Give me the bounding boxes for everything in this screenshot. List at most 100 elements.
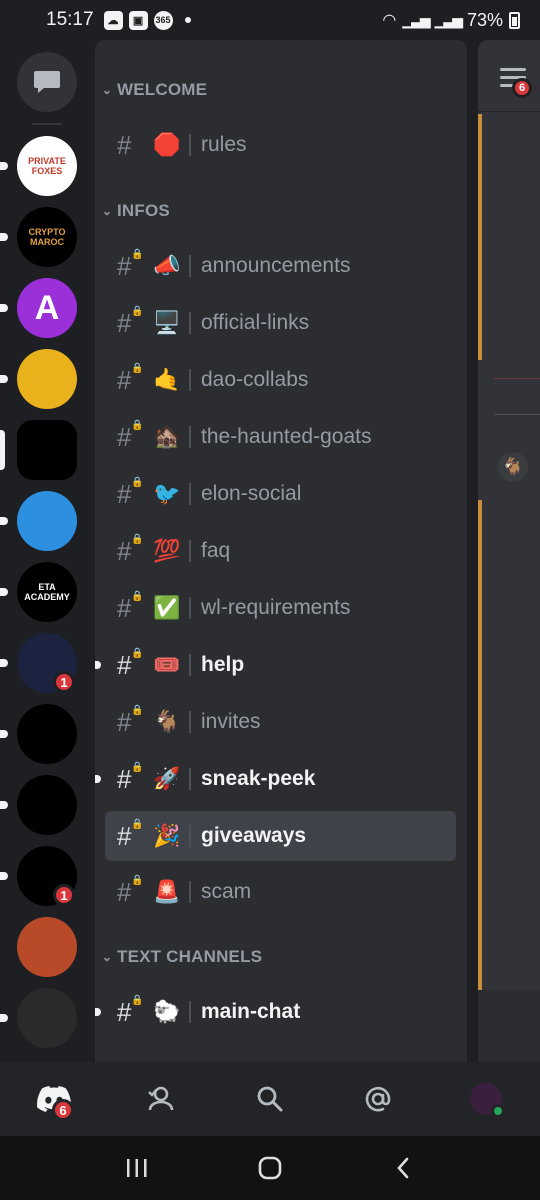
nav-profile[interactable] bbox=[458, 1071, 514, 1127]
chat-divider-line bbox=[478, 114, 482, 360]
chat-input-strip bbox=[478, 990, 540, 1062]
direct-messages-button[interactable] bbox=[17, 52, 77, 112]
chat-peek[interactable]: 6 🐐 bbox=[478, 40, 540, 1062]
signal-icon-2: ▁▃▅ bbox=[434, 11, 463, 28]
channel-name: giveaways bbox=[201, 824, 307, 847]
channel-main-chat[interactable]: # 🔒 🐑 main-chat bbox=[95, 987, 456, 1037]
locked-hash-icon: # 🔒 bbox=[117, 476, 144, 509]
channel-emoji-icon: 🐑 bbox=[153, 999, 181, 1024]
channel-separator bbox=[189, 825, 191, 847]
channel-separator bbox=[189, 540, 191, 562]
channel-dao-collabs[interactable]: # 🔒 🤙 dao-collabs bbox=[105, 355, 456, 405]
channel-emoji-icon: 📣 bbox=[153, 253, 181, 278]
nav-mentions[interactable] bbox=[350, 1071, 406, 1127]
channel-wl-requirements[interactable]: # 🔒 ✅ wl-requirements bbox=[105, 583, 456, 633]
locked-hash-icon: # 🔒 bbox=[117, 305, 144, 338]
channel-separator bbox=[189, 134, 191, 156]
wifi-icon: ◠ bbox=[382, 12, 397, 29]
server-icon[interactable] bbox=[17, 775, 77, 835]
nav-friends[interactable] bbox=[134, 1071, 190, 1127]
active-server-indicator bbox=[0, 430, 5, 470]
category-text-channels[interactable]: ⌄ TEXT CHANNELS bbox=[99, 947, 262, 967]
server-icon[interactable] bbox=[17, 917, 77, 977]
status-time: 15:17 bbox=[46, 9, 94, 30]
recent-apps-icon bbox=[126, 1159, 147, 1177]
locked-hash-icon: # 🔒 bbox=[117, 994, 144, 1027]
lock-icon: 🔒 bbox=[131, 818, 144, 830]
server-icon[interactable]: CRYPTO MAROC bbox=[17, 207, 77, 267]
channel-unread-indicator bbox=[95, 775, 101, 783]
channel-giveaways[interactable]: # 🔒 🎉 giveaways bbox=[105, 811, 456, 861]
locked-hash-icon: # 🔒 bbox=[117, 248, 144, 281]
channel-name: the-haunted-goats bbox=[201, 425, 372, 448]
channel-emoji-icon: 🏚️ bbox=[153, 424, 181, 449]
nav-home[interactable]: 6 bbox=[26, 1071, 82, 1127]
channel-name: help bbox=[201, 653, 245, 676]
nav-search[interactable] bbox=[242, 1071, 298, 1127]
server-icon[interactable] bbox=[17, 704, 77, 764]
lock-icon: 🔒 bbox=[131, 533, 144, 545]
back-button[interactable] bbox=[373, 1143, 433, 1193]
category-infos[interactable]: ⌄ INFOS bbox=[99, 201, 170, 221]
channel-unread-indicator bbox=[95, 661, 101, 669]
category-label: TEXT CHANNELS bbox=[117, 947, 263, 966]
home-button[interactable] bbox=[240, 1143, 300, 1193]
chevron-down-icon: ⌄ bbox=[101, 83, 113, 97]
channel-official-links[interactable]: # 🔒 🖥️ official-links bbox=[105, 298, 456, 348]
search-icon bbox=[257, 1086, 283, 1112]
channel-emoji-icon: 🎉 bbox=[153, 823, 181, 848]
server-unread-indicator bbox=[0, 801, 8, 809]
chat-header: 6 bbox=[478, 40, 540, 112]
channel-emoji-icon: 🚀 bbox=[153, 766, 181, 791]
rail-divider bbox=[32, 123, 62, 125]
lock-icon: 🔒 bbox=[131, 647, 144, 659]
channel-help[interactable]: # 🔒 🎟️ help bbox=[95, 640, 456, 690]
lock-icon: 🔒 bbox=[131, 476, 144, 488]
channel-sneak-peek[interactable]: # 🔒 🚀 sneak-peek bbox=[95, 754, 456, 804]
channel-faq[interactable]: # 🔒 💯 faq bbox=[105, 526, 456, 576]
channel-name: dao-collabs bbox=[201, 368, 309, 391]
server-rail: PRIVATE FOXES CRYPTO MAROC A ETA ACADEMY 1 1 bbox=[0, 40, 95, 1062]
channel-emoji-icon: 🐦 bbox=[153, 481, 181, 506]
avatar bbox=[470, 1083, 505, 1118]
channel-invites[interactable]: # 🔒 🐐 invites bbox=[105, 697, 456, 747]
server-icon[interactable] bbox=[17, 491, 77, 551]
category-label: WELCOME bbox=[117, 80, 208, 99]
chat-divider bbox=[494, 378, 540, 379]
locked-hash-icon: # 🔒 bbox=[117, 761, 144, 794]
server-unread-indicator bbox=[0, 517, 8, 525]
channel-separator bbox=[189, 881, 191, 903]
server-icon[interactable]: A bbox=[17, 278, 77, 338]
channel-the-haunted-goats[interactable]: # 🔒 🏚️ the-haunted-goats bbox=[105, 412, 456, 462]
server-icon[interactable] bbox=[17, 349, 77, 409]
lock-icon: 🔒 bbox=[131, 994, 144, 1006]
channel-separator bbox=[189, 654, 191, 676]
server-unread-indicator bbox=[0, 730, 8, 738]
server-label: PRIVATE FOXES bbox=[28, 156, 66, 176]
server-icon[interactable] bbox=[17, 420, 77, 480]
channel-name: announcements bbox=[201, 254, 351, 277]
channel-elon-social[interactable]: # 🔒 🐦 elon-social bbox=[105, 469, 456, 519]
recent-apps-button[interactable] bbox=[107, 1143, 167, 1193]
home-badge: 6 bbox=[52, 1099, 74, 1121]
category-welcome[interactable]: ⌄ WELCOME bbox=[99, 80, 207, 100]
channel-separator bbox=[189, 768, 191, 790]
channel-rules[interactable]: # 🛑 rules bbox=[105, 120, 456, 170]
channel-announcements[interactable]: # 🔒 📣 announcements bbox=[105, 241, 456, 291]
server-icon[interactable]: PRIVATE FOXES bbox=[17, 136, 77, 196]
channel-emoji-icon: 🖥️ bbox=[153, 310, 181, 335]
server-label: A bbox=[34, 289, 60, 327]
channel-name: elon-social bbox=[201, 482, 302, 505]
signal-icon: ▁▃▅ bbox=[402, 11, 430, 28]
battery-icon bbox=[509, 11, 520, 29]
server-icon[interactable] bbox=[17, 988, 77, 1048]
channel-separator bbox=[189, 255, 191, 277]
channel-scam[interactable]: # 🔒 🚨 scam bbox=[105, 867, 456, 917]
locked-hash-icon: # 🔒 bbox=[117, 590, 144, 623]
server-icon[interactable]: ETA ACADEMY bbox=[17, 562, 77, 622]
locked-hash-icon: # 🔒 bbox=[117, 419, 144, 452]
locked-hash-icon: # 🔒 bbox=[117, 874, 144, 907]
channel-unread-indicator bbox=[95, 1008, 101, 1016]
channel-panel: ⌄ WELCOME ⌄ INFOS ⌄ TEXT CHANNELS # 🛑 rule… bbox=[95, 40, 467, 1062]
notification-dot-icon bbox=[184, 17, 191, 23]
